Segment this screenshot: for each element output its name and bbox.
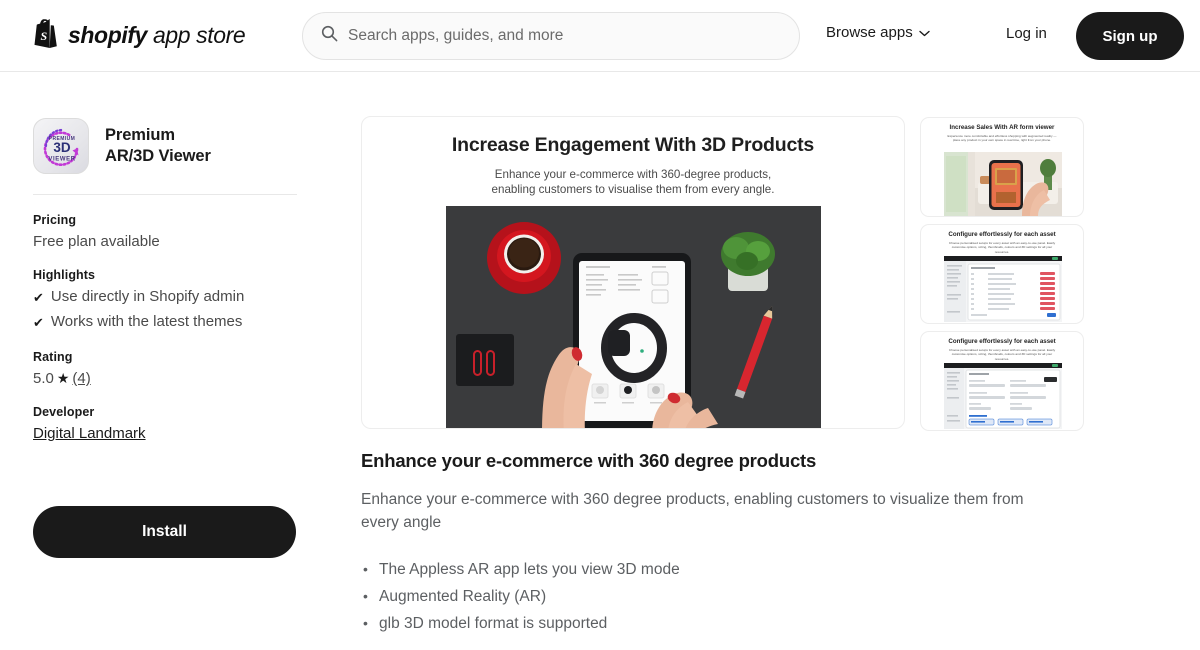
- hero-subtitle-line1: Enhance your e-commerce with 360-degree …: [494, 168, 772, 181]
- logo-wordmark: shopify app store: [68, 21, 246, 48]
- list-item: Augmented Reality (AR): [361, 583, 1061, 610]
- pricing-value: Free plan available: [33, 233, 160, 250]
- media-thumbnail-2[interactable]: Configure effortlessly for each asset Ch…: [920, 224, 1084, 324]
- media-thumbnail-1[interactable]: Increase Sales With AR form viewer Exper…: [920, 117, 1084, 217]
- browse-apps-menu[interactable]: Browse apps: [826, 24, 930, 41]
- highlight-label: Use directly in Shopify admin: [50, 288, 245, 305]
- check-icon: ✔: [33, 315, 44, 330]
- developer-section: Developer Digital Landmark: [33, 405, 297, 443]
- rating-section: Rating 5.0 ★ (4): [33, 350, 297, 387]
- rating-label: Rating: [33, 350, 73, 364]
- ar-phone-living-room-photo: [944, 152, 1062, 216]
- star-icon: ★: [56, 370, 70, 386]
- install-button[interactable]: Install: [33, 506, 296, 558]
- svg-text:3D: 3D: [53, 140, 71, 155]
- app-title: Premium AR/3D Viewer: [105, 125, 211, 167]
- highlights-label: Highlights: [33, 268, 96, 282]
- hands-holding-tablet-photo: [446, 206, 821, 428]
- thumbnail-title: Configure effortlessly for each asset: [948, 231, 1056, 238]
- thumbnail-title: Configure effortlessly for each asset: [948, 338, 1056, 345]
- hero-subtitle: Enhance your e-commerce with 360-degree …: [362, 167, 904, 197]
- highlight-label: Works with the latest themes: [50, 313, 243, 330]
- list-item: glb 3D model format is supported: [361, 610, 1061, 637]
- shopify-bag-icon: S: [30, 18, 60, 52]
- rating-count-link[interactable]: (4): [72, 370, 90, 387]
- pricing-section: Pricing Free plan available: [33, 213, 297, 250]
- sidebar-divider: [33, 194, 297, 195]
- chevron-down-icon: [919, 24, 930, 41]
- developer-label: Developer: [33, 405, 95, 419]
- rating-score: 5.0: [33, 370, 54, 387]
- admin-asset-list-screenshot: [944, 256, 1062, 322]
- highlight-item: ✔ Works with the latest themes: [33, 313, 297, 332]
- feature-list: The Appless AR app lets you view 3D mode…: [361, 556, 1061, 637]
- list-item: The Appless AR app lets you view 3D mode: [361, 556, 1061, 583]
- description-heading: Enhance your e-commerce with 360 degree …: [361, 450, 817, 471]
- highlight-item: ✔ Use directly in Shopify admin: [33, 288, 297, 307]
- search-input[interactable]: [348, 27, 781, 45]
- hero-title: Increase Engagement With 3D Products: [451, 134, 815, 156]
- site-header: S shopify app store Browse apps Log in S…: [0, 0, 1200, 72]
- signup-button[interactable]: Sign up: [1076, 12, 1184, 60]
- thumbnail-title: Increase Sales With AR form viewer: [949, 124, 1055, 131]
- search-bar[interactable]: [302, 12, 800, 60]
- shopify-app-store-logo[interactable]: S shopify app store: [30, 18, 246, 52]
- description-paragraph: Enhance your e-commerce with 360 degree …: [361, 491, 1024, 531]
- highlights-section: Highlights ✔ Use directly in Shopify adm…: [33, 268, 297, 332]
- hero-media-card[interactable]: Increase Engagement With 3D Products Enh…: [361, 116, 905, 429]
- login-link[interactable]: Log in: [1006, 25, 1047, 42]
- search-icon: [321, 25, 338, 47]
- developer-link[interactable]: Digital Landmark: [33, 425, 146, 442]
- browse-apps-label: Browse apps: [826, 24, 913, 41]
- svg-text:S: S: [41, 29, 48, 43]
- svg-text:VIEWER: VIEWER: [48, 157, 75, 163]
- rating-value: 5.0 ★ (4): [33, 370, 297, 387]
- hero-subtitle-line2: enabling customers to visualise them fro…: [491, 183, 775, 196]
- app-sidebar: PREMIUM 3D VIEWER Premium AR/3D Viewer P…: [33, 118, 297, 558]
- pricing-label: Pricing: [33, 213, 77, 227]
- app-header: PREMIUM 3D VIEWER Premium AR/3D Viewer: [33, 118, 297, 174]
- app-description-section: Enhance your e-commerce with 360 degree …: [361, 450, 1061, 637]
- thumbnail-subtitle: Experience more comfortable and effortle…: [947, 134, 1057, 143]
- app-title-line2: AR/3D Viewer: [105, 147, 211, 165]
- thumbnail-subtitle: Choose personalised setups for every ass…: [948, 348, 1056, 361]
- premium-3d-viewer-app-icon: PREMIUM 3D VIEWER: [33, 118, 89, 174]
- admin-asset-detail-screenshot: [944, 363, 1062, 429]
- check-icon: ✔: [33, 290, 44, 305]
- media-thumbnail-3[interactable]: Configure effortlessly for each asset Ch…: [920, 331, 1084, 431]
- app-title-line1: Premium: [105, 126, 175, 144]
- thumbnail-subtitle: Choose personalised setups for every ass…: [948, 241, 1056, 254]
